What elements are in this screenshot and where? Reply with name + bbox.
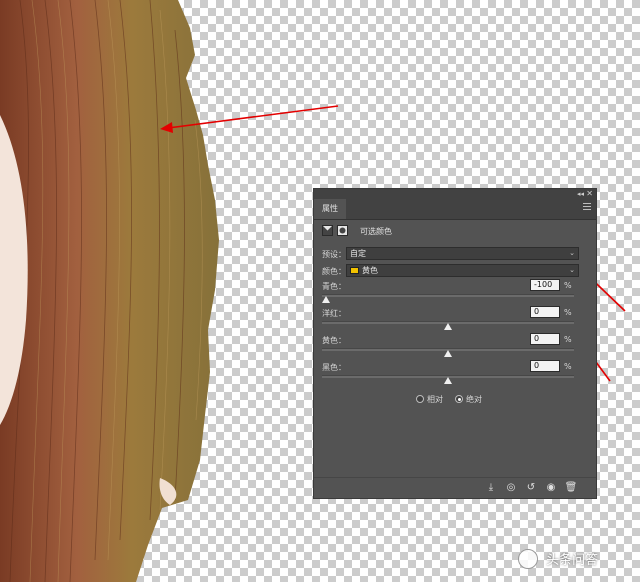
relative-radio[interactable]: 相对 [416,394,443,405]
view-previous-state-icon[interactable]: ◎ [504,481,518,495]
adjustment-title: 可选颜色 [360,227,392,236]
delete-trash-icon[interactable]: 🗑 [564,481,578,495]
colors-value: 黄色 [362,266,378,275]
watermark-logo-icon [518,548,538,569]
collapse-panel-icon[interactable]: ◂◂ [577,189,584,199]
slider-thumb[interactable] [444,350,452,357]
slider-value-input[interactable]: 0 [530,333,560,345]
preset-dropdown[interactable]: 自定 ⌄ [346,247,579,260]
close-icon[interactable]: ✕ [586,189,593,199]
absolute-radio[interactable]: 绝对 [455,394,482,405]
chevron-down-icon: ⌄ [569,266,575,274]
absolute-label: 绝对 [466,395,482,404]
yellow-swatch-icon [350,267,359,274]
slider-label: 青色： [322,282,346,291]
layer-mask-icon[interactable] [337,225,348,236]
panel-tab-bar: 属性 [314,199,596,220]
percent-unit: % [564,335,572,344]
slider-label: 黄色： [322,336,346,345]
slider-label: 洋红： [322,309,346,318]
slider-value-input[interactable]: 0 [530,306,560,318]
percent-unit: % [564,281,572,290]
preset-value: 自定 [350,249,366,258]
chevron-down-icon: ⌄ [569,249,575,257]
slider-track[interactable] [322,294,574,297]
slider-value-input[interactable]: -100 [530,279,560,291]
slider-thumb[interactable] [444,323,452,330]
slider-label: 黑色： [322,363,346,372]
tab-properties[interactable]: 属性 [314,199,346,219]
reset-icon[interactable]: ↺ [524,481,538,495]
clip-to-layer-icon[interactable]: ⤓ [484,481,498,495]
relative-label: 相对 [427,395,443,404]
panel-footer: ⤓ ◎ ↺ ◉ 🗑 [314,477,596,498]
visibility-eye-icon[interactable]: ◉ [544,481,558,495]
preset-label: 预设： [322,250,346,259]
slider-value-input[interactable]: 0 [530,360,560,372]
colors-label: 颜色： [322,267,346,276]
colors-dropdown[interactable]: 黄色 ⌄ [346,264,579,277]
adjustment-layer-icon[interactable] [322,225,333,236]
watermark-text: 头条问答 [546,553,599,568]
relative-radio-button[interactable] [416,395,424,403]
percent-unit: % [564,308,572,317]
percent-unit: % [564,362,572,371]
properties-panel: ◂◂ ✕ 属性 可选颜色 预设： 自定 ⌄ 颜色： 黄色 ⌄ 青色： -100% 洋… [313,188,597,499]
watermark: 头条问答 [518,548,598,569]
slider-thumb[interactable] [322,296,330,303]
panel-menu-icon[interactable] [583,203,591,211]
absolute-radio-button[interactable] [455,395,463,403]
slider-thumb[interactable] [444,377,452,384]
panel-title-bar[interactable]: ◂◂ ✕ [314,189,596,199]
